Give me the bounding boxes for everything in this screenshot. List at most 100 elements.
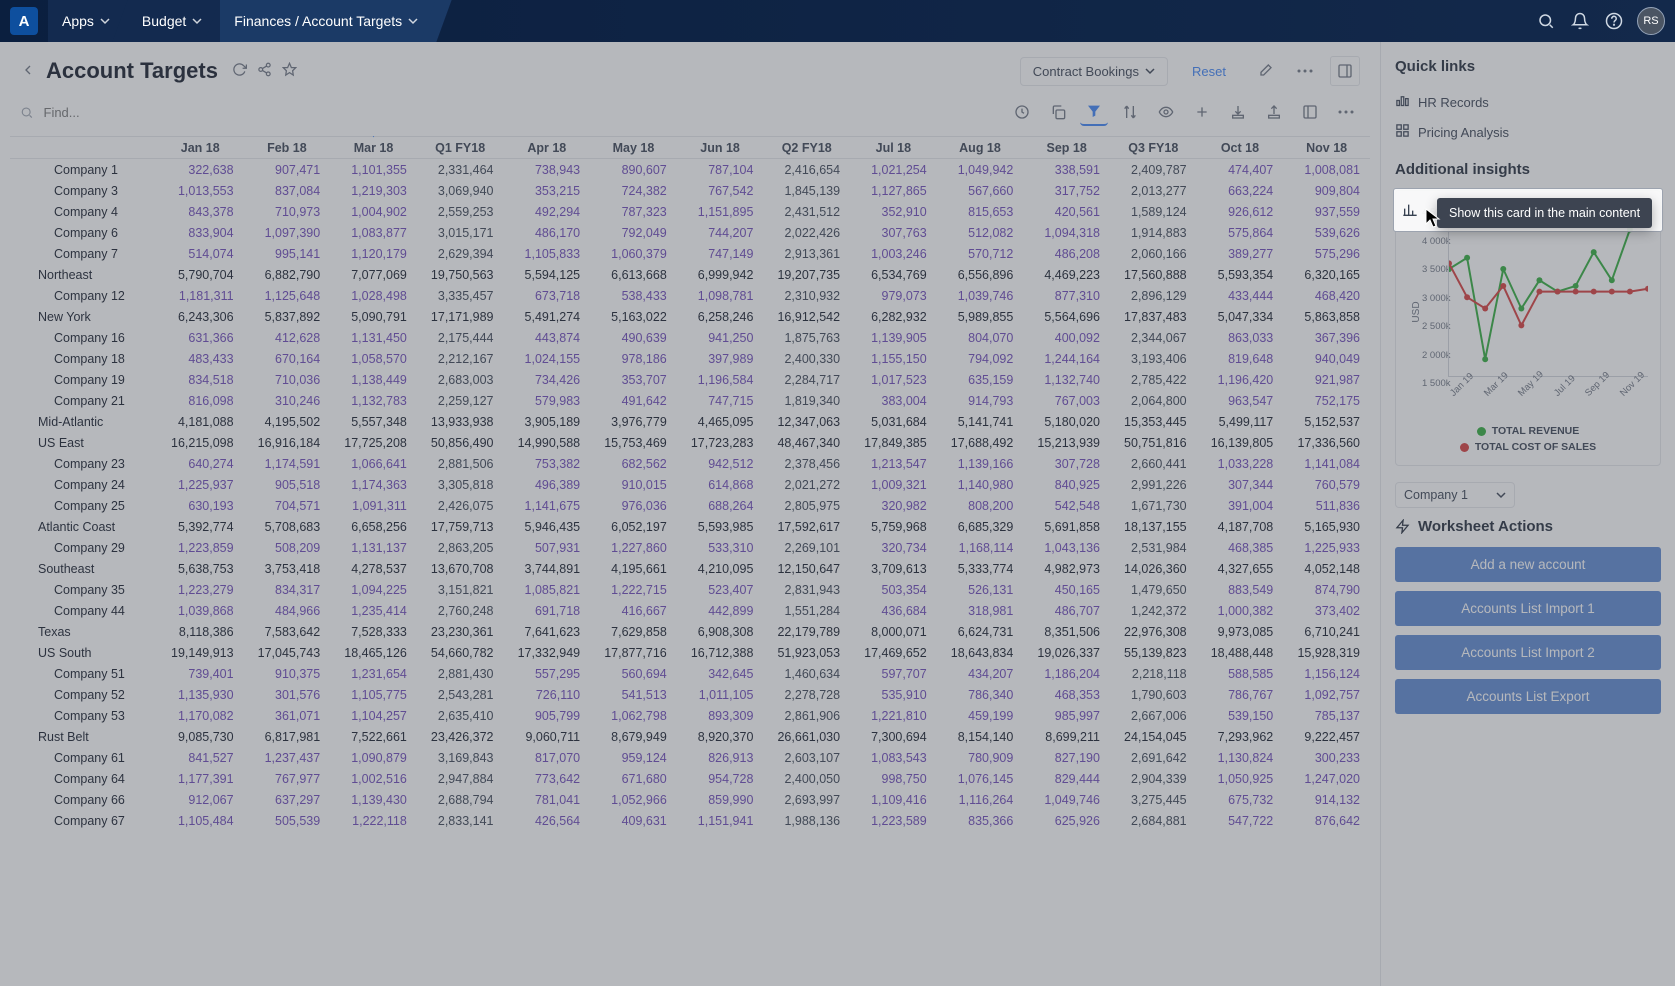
cell[interactable]: 16,215,098 — [157, 432, 244, 453]
cell[interactable]: 541,513 — [590, 684, 677, 705]
cell[interactable]: 1,039,868 — [157, 600, 244, 621]
cell[interactable]: 671,680 — [590, 768, 677, 789]
cell[interactable]: 1,138,449 — [330, 369, 417, 390]
avatar[interactable]: RS — [1637, 7, 1665, 35]
cell[interactable]: 426,564 — [503, 810, 590, 831]
cell[interactable]: 767,977 — [244, 768, 331, 789]
bell-icon[interactable] — [1563, 4, 1597, 38]
cell[interactable]: 893,309 — [677, 705, 764, 726]
cell[interactable]: 1,120,179 — [330, 243, 417, 264]
cell[interactable]: 767,003 — [1023, 390, 1110, 411]
cell[interactable]: 710,036 — [244, 369, 331, 390]
cell[interactable]: 13,933,938 — [417, 411, 504, 432]
cell[interactable]: 1,130,824 — [1197, 747, 1284, 768]
maximize-icon[interactable] — [1296, 98, 1324, 126]
cell[interactable]: 874,790 — [1283, 579, 1370, 600]
cell[interactable]: 1,049,942 — [937, 159, 1024, 181]
cell[interactable]: 1,139,166 — [937, 453, 1024, 474]
cell[interactable]: 4,469,223 — [1023, 264, 1110, 285]
history-icon[interactable] — [1008, 98, 1036, 126]
cell[interactable]: 5,593,985 — [677, 516, 764, 537]
row-label[interactable]: Company 16 — [10, 327, 157, 348]
cell[interactable]: 1,094,318 — [1023, 222, 1110, 243]
cell[interactable]: 8,699,211 — [1023, 726, 1110, 747]
row-label[interactable]: Company 51 — [10, 663, 157, 684]
cell[interactable]: 2,400,330 — [763, 348, 850, 369]
cell[interactable]: 1,021,254 — [850, 159, 937, 181]
cell[interactable]: 4,195,502 — [244, 411, 331, 432]
cell[interactable]: 787,323 — [590, 201, 677, 222]
cell[interactable]: 1,049,746 — [1023, 789, 1110, 810]
cell[interactable]: 1,092,757 — [1283, 684, 1370, 705]
cell[interactable]: 1,151,895 — [677, 201, 764, 222]
cell[interactable]: 753,382 — [503, 453, 590, 474]
cell[interactable]: 342,645 — [677, 663, 764, 684]
col-header[interactable]: Jul 18 — [850, 137, 937, 159]
cell[interactable]: 383,004 — [850, 390, 937, 411]
action-button[interactable]: Accounts List Import 2 — [1395, 635, 1661, 670]
cell[interactable]: 739,401 — [157, 663, 244, 684]
cell[interactable]: 434,207 — [937, 663, 1024, 684]
cell[interactable]: 400,092 — [1023, 327, 1110, 348]
cell[interactable]: 320,982 — [850, 495, 937, 516]
cell[interactable]: 637,297 — [244, 789, 331, 810]
cell[interactable]: 785,137 — [1283, 705, 1370, 726]
cell[interactable]: 361,071 — [244, 705, 331, 726]
cell[interactable]: 5,152,537 — [1283, 411, 1370, 432]
cell[interactable]: 353,215 — [503, 180, 590, 201]
cell[interactable]: 905,518 — [244, 474, 331, 495]
cell[interactable]: 13,670,708 — [417, 558, 504, 579]
row-label[interactable]: Company 53 — [10, 705, 157, 726]
panel-toggle-icon[interactable] — [1330, 56, 1360, 86]
cell[interactable]: 726,110 — [503, 684, 590, 705]
col-header[interactable]: Apr 18 — [503, 137, 590, 159]
cell[interactable]: 6,658,256 — [330, 516, 417, 537]
cell[interactable]: 490,639 — [590, 327, 677, 348]
cell[interactable]: 7,300,694 — [850, 726, 937, 747]
cell[interactable]: 1,988,136 — [763, 810, 850, 831]
cell[interactable]: 486,170 — [503, 222, 590, 243]
cell[interactable]: 837,084 — [244, 180, 331, 201]
cell[interactable]: 409,631 — [590, 810, 677, 831]
cell[interactable]: 1,050,925 — [1197, 768, 1284, 789]
col-header[interactable]: Aug 18 — [937, 137, 1024, 159]
chart-company-select[interactable]: Company 1 — [1395, 482, 1515, 508]
cell[interactable]: 300,233 — [1283, 747, 1370, 768]
insight-card[interactable]: ⋯ USD 4 500k4 000k3 500k3 000k2 500k2 00… — [1395, 190, 1661, 466]
cell[interactable]: 16,912,542 — [763, 306, 850, 327]
cell[interactable]: 8,920,370 — [677, 726, 764, 747]
cell[interactable]: 2,831,943 — [763, 579, 850, 600]
cell[interactable]: 2,896,129 — [1110, 285, 1197, 306]
cell[interactable]: 941,250 — [677, 327, 764, 348]
cell[interactable]: 539,150 — [1197, 705, 1284, 726]
cell[interactable]: 310,246 — [244, 390, 331, 411]
cell[interactable]: 1,002,516 — [330, 768, 417, 789]
cell[interactable]: 507,931 — [503, 537, 590, 558]
row-label[interactable]: Company 29 — [10, 537, 157, 558]
cell[interactable]: 338,591 — [1023, 159, 1110, 181]
row-label[interactable]: Company 66 — [10, 789, 157, 810]
cell[interactable]: 1,004,902 — [330, 201, 417, 222]
reset-button[interactable]: Reset — [1192, 64, 1226, 79]
row-label[interactable]: Texas — [10, 621, 157, 642]
cell[interactable]: 450,165 — [1023, 579, 1110, 600]
cell[interactable]: 468,353 — [1023, 684, 1110, 705]
cell[interactable]: 17,849,385 — [850, 432, 937, 453]
cell[interactable]: 819,648 — [1197, 348, 1284, 369]
cell[interactable]: 17,877,716 — [590, 642, 677, 663]
cell[interactable]: 367,396 — [1283, 327, 1370, 348]
cell[interactable]: 2,861,906 — [763, 705, 850, 726]
cell[interactable]: 8,000,071 — [850, 621, 937, 642]
cell[interactable]: 15,353,445 — [1110, 411, 1197, 432]
cell[interactable]: 2,881,430 — [417, 663, 504, 684]
cell[interactable]: 5,165,930 — [1283, 516, 1370, 537]
row-label[interactable]: Company 35 — [10, 579, 157, 600]
cell[interactable]: 1,140,980 — [937, 474, 1024, 495]
cell[interactable]: 6,243,306 — [157, 306, 244, 327]
cell[interactable]: 829,444 — [1023, 768, 1110, 789]
cell[interactable]: 1,790,603 — [1110, 684, 1197, 705]
cell[interactable]: 5,837,892 — [244, 306, 331, 327]
cell[interactable]: 5,594,125 — [503, 264, 590, 285]
cell[interactable]: 318,981 — [937, 600, 1024, 621]
star-icon[interactable] — [282, 62, 297, 80]
